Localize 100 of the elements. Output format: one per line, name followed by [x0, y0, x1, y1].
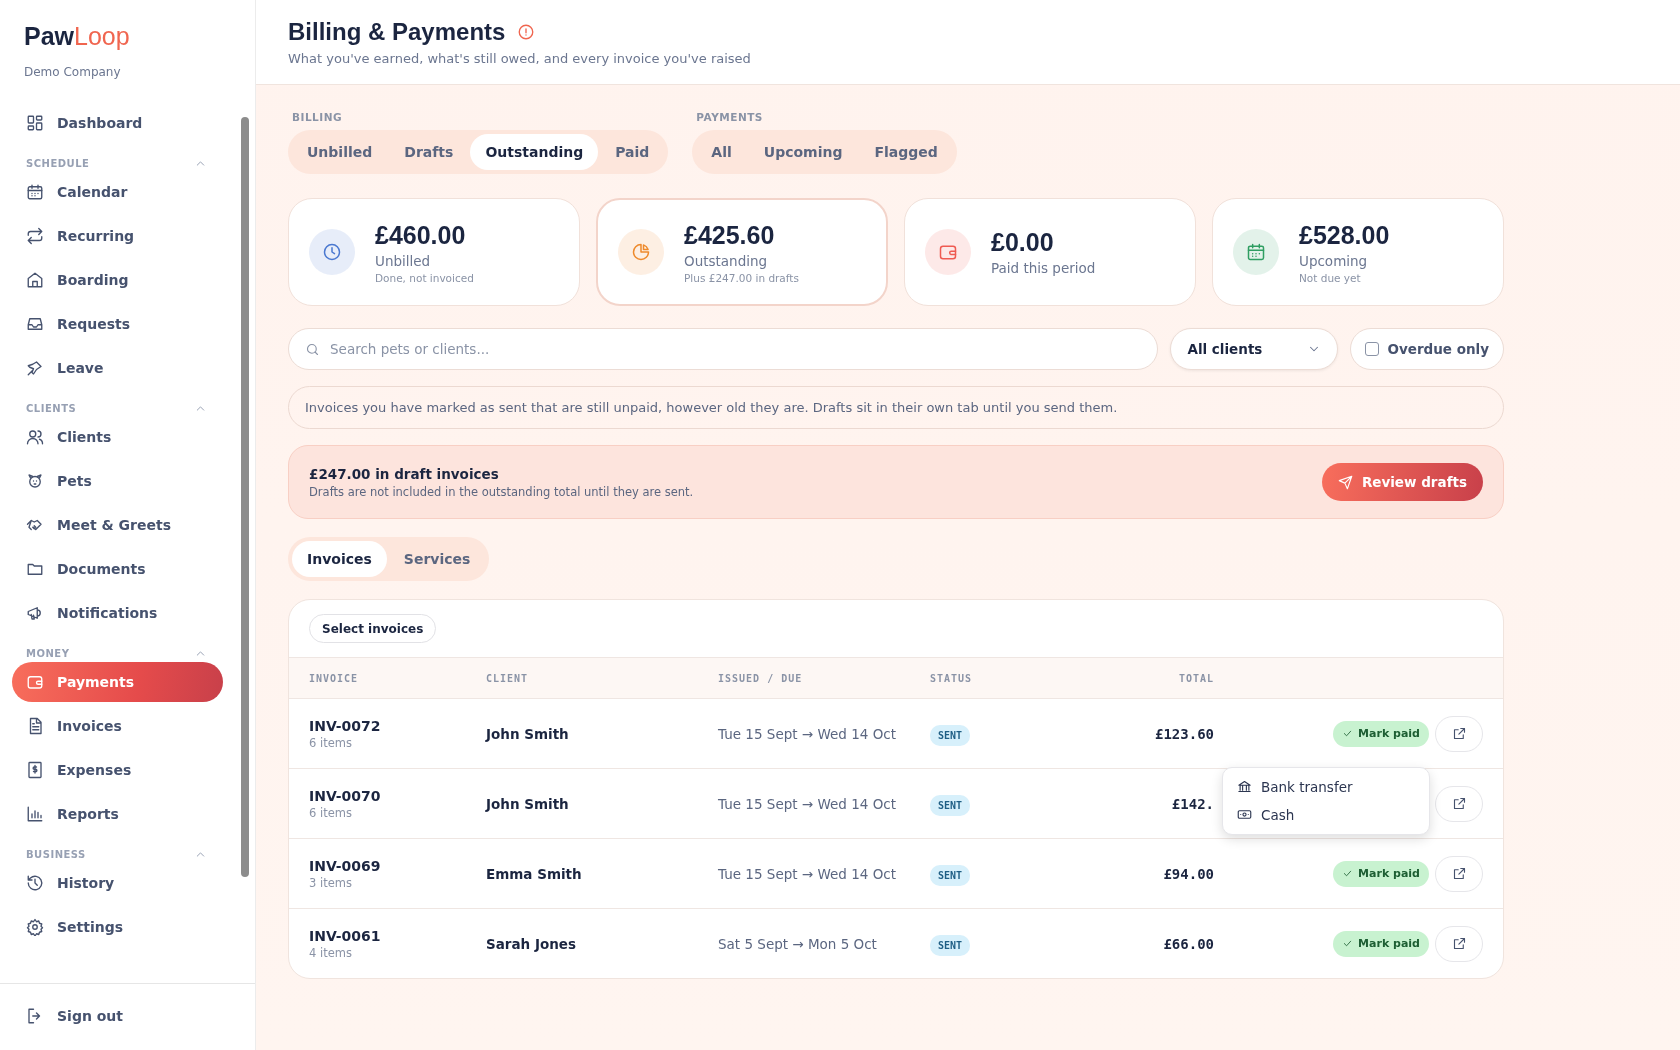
stat-amount: £528.00	[1299, 220, 1390, 250]
nav-item[interactable]: Dashboard	[12, 103, 223, 143]
nav-item[interactable]: Documents	[12, 549, 223, 589]
stat-note: Done, not invoiced	[375, 271, 474, 284]
bank-icon	[1237, 779, 1252, 794]
send-icon	[1337, 474, 1353, 490]
stat-note: Not due yet	[1299, 271, 1362, 284]
settings-icon	[26, 918, 44, 936]
external-link-icon	[1451, 796, 1467, 811]
sign-out-link[interactable]: Sign out	[12, 996, 243, 1036]
stat-card[interactable]: £0.00 Paid this period	[904, 198, 1196, 306]
tab[interactable]: All	[696, 134, 747, 170]
menu-item[interactable]: Bank transfer	[1223, 772, 1429, 801]
tab[interactable]: Services	[388, 541, 486, 577]
item-count: 6 items	[309, 805, 353, 820]
client-name: John Smith	[486, 725, 570, 742]
client-name: Emma Smith	[486, 865, 583, 882]
bar-chart-icon	[26, 805, 44, 823]
check-icon	[1342, 938, 1354, 949]
client-dropdown[interactable]: All clients	[1170, 328, 1339, 370]
status-badge: SENT	[930, 725, 971, 746]
open-invoice-button[interactable]	[1435, 855, 1483, 892]
mark-paid-button[interactable]: Mark paid	[1333, 930, 1429, 957]
open-invoice-button[interactable]	[1435, 925, 1483, 962]
banner-text: Drafts are not included in the outstanding total until they are sent.	[309, 484, 694, 499]
house-icon	[26, 271, 44, 289]
external-link-icon	[1451, 726, 1467, 741]
banner-title: £247.00 in draft invoices	[309, 465, 500, 482]
mark-paid-button[interactable]: Mark paid	[1333, 860, 1429, 887]
invoice-total: £123.60	[1154, 725, 1214, 742]
item-count: 3 items	[309, 875, 353, 890]
tab[interactable]: Invoices	[292, 541, 387, 577]
menu-item[interactable]: Cash	[1223, 800, 1429, 829]
dog-face-icon	[26, 472, 44, 490]
nav-item[interactable]: Requests	[12, 304, 223, 344]
tab[interactable]: Flagged	[859, 134, 953, 170]
invoice-total: £94.00	[1162, 865, 1214, 882]
invoice-number: INV-0061	[309, 927, 382, 944]
tab[interactable]: Unbilled	[292, 134, 388, 170]
date-range: Sat 5 Sept → Mon 5 Oct	[718, 935, 878, 952]
stat-note: Plus £247.00 in drafts	[684, 271, 799, 284]
nav-item[interactable]: Clients	[12, 417, 223, 457]
column-header: INVOICE	[309, 672, 360, 684]
tab[interactable]: Drafts	[389, 134, 469, 170]
receipt-icon	[26, 761, 44, 779]
tab[interactable]: Upcoming	[748, 134, 858, 170]
checkbox[interactable]	[1365, 342, 1380, 356]
status-badge: SENT	[930, 795, 971, 816]
nav-item[interactable]: Reports	[12, 794, 223, 834]
nav-item[interactable]: Meet & Greets	[12, 505, 223, 545]
users-icon	[26, 428, 44, 446]
nav-item[interactable]: Notifications	[12, 593, 223, 633]
nav-item[interactable]: Settings	[12, 907, 223, 947]
check-icon	[1342, 728, 1354, 739]
date-range: Tue 15 Sept → Wed 14 Oct	[718, 725, 897, 742]
megaphone-icon	[26, 604, 44, 622]
tab-group-label: PAYMENTS	[696, 111, 764, 123]
section-heading: MONEY	[26, 648, 70, 659]
nav-item[interactable]: History	[12, 863, 223, 903]
client-name: Sarah Jones	[486, 935, 577, 952]
open-invoice-button[interactable]	[1435, 715, 1483, 752]
status-badge: SENT	[930, 935, 971, 956]
tab[interactable]: Paid	[600, 134, 665, 170]
review-drafts-button[interactable]: Review drafts	[1321, 463, 1483, 501]
search-icon	[305, 342, 320, 357]
invoice-number: INV-0070	[309, 787, 382, 804]
stat-card[interactable]: £460.00 Unbilled Done, not invoiced	[288, 198, 580, 306]
client-name: John Smith	[486, 795, 570, 812]
select-invoices-button[interactable]: Select invoices	[309, 614, 437, 643]
nav-item[interactable]: Calendar	[12, 172, 223, 212]
date-range: Tue 15 Sept → Wed 14 Oct	[718, 865, 897, 882]
nav-item[interactable]: Leave	[12, 348, 223, 388]
nav-item[interactable]: Expenses	[12, 750, 223, 790]
section-heading: SCHEDULE	[26, 158, 90, 169]
status-badge: SENT	[930, 865, 971, 886]
app-logo: PawLoop	[24, 22, 130, 51]
overdue-toggle[interactable]: Overdue only	[1350, 328, 1504, 370]
nav-item[interactable]: Boarding	[12, 260, 223, 300]
inbox-icon	[26, 315, 44, 333]
date-range: Tue 15 Sept → Wed 14 Oct	[718, 795, 897, 812]
invoice-total: £142.	[1170, 795, 1214, 812]
repeat-icon	[26, 227, 44, 245]
nav-item[interactable]: Invoices	[12, 706, 223, 746]
stat-card[interactable]: £528.00 Upcoming Not due yet	[1212, 198, 1504, 306]
stat-label: Upcoming	[1299, 252, 1369, 269]
mark-paid-button[interactable]: Mark paid	[1333, 720, 1429, 747]
nav-item[interactable]: Recurring	[12, 216, 223, 256]
column-header: TOTAL	[1177, 672, 1214, 684]
history-icon	[26, 874, 44, 892]
tab[interactable]: Outstanding	[470, 134, 599, 170]
section-heading: CLIENTS	[26, 403, 77, 414]
check-icon	[1342, 868, 1354, 879]
open-invoice-button[interactable]	[1435, 785, 1483, 822]
nav-item[interactable]: Pets	[12, 461, 223, 501]
stat-card[interactable]: £425.60 Outstanding Plus £247.00 in drafts	[596, 198, 888, 306]
search-field[interactable]: Search pets or clients...	[288, 328, 1159, 370]
stat-amount: £460.00	[375, 220, 467, 250]
stat-label: Paid this period	[991, 260, 1096, 276]
item-count: 4 items	[309, 945, 353, 960]
info-icon[interactable]	[517, 23, 536, 41]
